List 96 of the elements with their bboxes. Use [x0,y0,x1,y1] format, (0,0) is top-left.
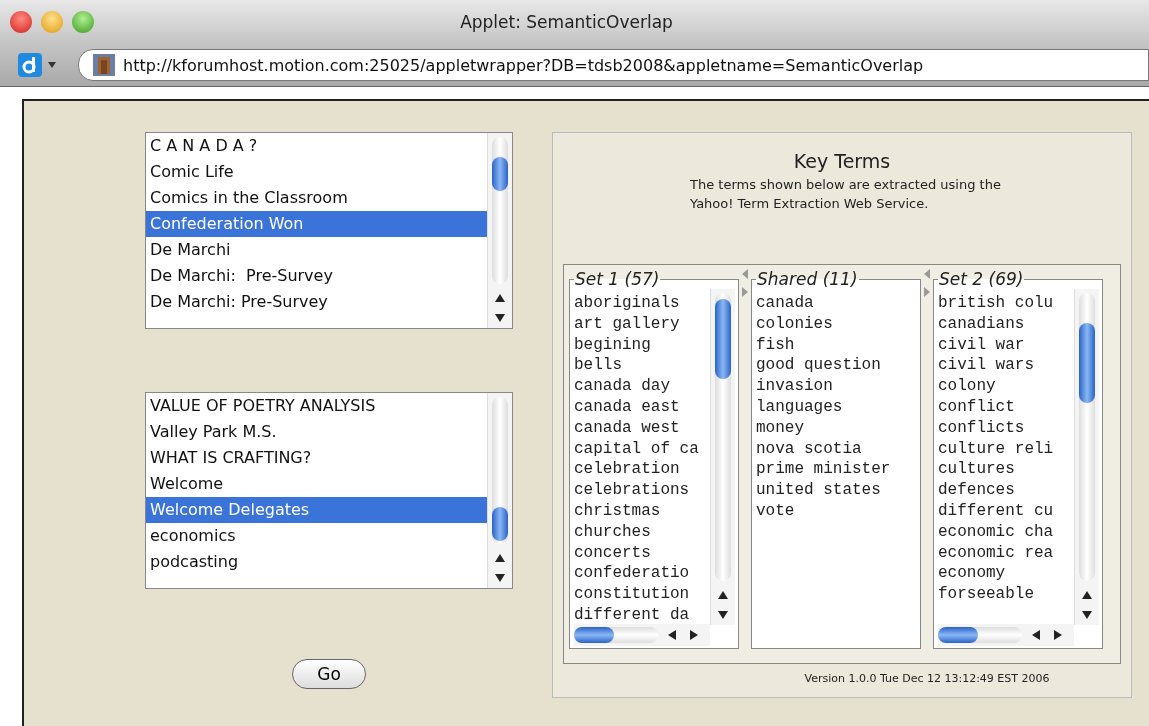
arrow-down-icon[interactable] [495,314,505,322]
term-item[interactable]: colonies [756,313,917,335]
term-item[interactable]: canada west [574,417,710,439]
term-item[interactable]: economic cha [938,521,1074,543]
vertical-scrollbar[interactable] [487,393,512,588]
horizontal-scrollbar[interactable] [574,624,710,646]
list-item[interactable]: Confederation Won [146,211,487,237]
term-item[interactable]: concerts [574,542,710,564]
list-item[interactable]: Welcome Delegates [146,497,487,523]
arrow-up-icon[interactable] [1082,591,1092,599]
term-item[interactable]: aboriginals [574,293,710,314]
splitter-handle-icon[interactable] [741,269,749,299]
term-item[interactable]: different cu [938,500,1074,522]
list-item[interactable]: De Marchi: Pre-Survey [146,263,487,289]
list-item[interactable]: C A N A D A ? [146,133,487,159]
arrow-up-icon[interactable] [495,294,505,302]
term-item[interactable]: art gallery [574,313,710,335]
panel-title: Key Terms [793,150,891,172]
list-item[interactable]: WHAT IS CRAFTING? [146,445,487,471]
site-icon [93,54,115,76]
term-item[interactable]: celebrations [574,480,710,501]
term-item[interactable]: culture reli [938,438,1074,460]
arrow-down-icon[interactable] [1082,611,1092,619]
scroll-thumb[interactable] [492,507,508,541]
arrow-left-icon[interactable] [668,630,676,640]
description-text: The terms shown below are extracted using the Yahoo! Term Extraction Web Service. [690,176,1002,213]
term-item[interactable]: economic rea [938,542,1074,564]
term-item[interactable]: good question [756,355,917,377]
term-item[interactable]: economy [938,563,1074,585]
arrow-down-icon[interactable] [718,611,728,619]
version-text: Version 1.0.0 Tue Dec 12 13:12:49 EST 2006 [803,672,1050,685]
term-item[interactable]: conflict [938,397,1074,418]
app-logo-icon[interactable] [18,53,42,77]
scroll-thumb[interactable] [492,157,508,191]
list-item[interactable]: De Marchi: Pre-Survey [146,289,487,315]
splitter-handle-icon[interactable] [923,269,931,299]
arrow-left-icon[interactable] [1032,630,1040,640]
window-title: Applet: SemanticOverlap [459,12,674,32]
go-button[interactable]: Go [292,659,366,689]
arrow-right-icon[interactable] [1054,630,1062,640]
term-item[interactable]: constitution [574,584,710,605]
term-item[interactable]: civil wars [938,355,1074,377]
term-item[interactable]: fish [756,334,917,356]
term-item[interactable]: defences [938,480,1074,501]
arrow-up-icon[interactable] [718,591,728,599]
term-item[interactable]: prime minister [756,459,917,481]
list-item[interactable]: Comic Life [146,159,487,185]
term-item[interactable]: forseeable [938,584,1074,605]
term-item[interactable]: christmas [574,500,710,522]
arrow-down-icon[interactable] [495,574,505,582]
term-item[interactable]: canada east [574,397,710,418]
close-button[interactable] [10,11,32,33]
term-item[interactable]: begining [574,334,710,356]
list-item[interactable]: Valley Park M.S. [146,419,487,445]
scroll-thumb[interactable] [715,299,731,379]
term-item[interactable]: cultures [938,459,1074,481]
term-item[interactable]: celebration [574,459,710,481]
horizontal-scrollbar[interactable] [938,624,1074,646]
list-item[interactable]: Welcome [146,471,487,497]
term-item[interactable]: money [756,417,917,439]
column-title: Set 2 (69) [938,269,1025,289]
arrow-up-icon[interactable] [495,554,505,562]
column-title: Shared (11) [756,269,859,289]
scroll-thumb[interactable] [1079,323,1095,403]
list-item[interactable]: economics [146,523,487,549]
term-item[interactable]: languages [756,397,917,418]
list-item[interactable]: podcasting [146,549,487,575]
list-item[interactable]: Comics in the Classroom [146,185,487,211]
term-item[interactable]: bells [574,355,710,377]
term-item[interactable]: canada day [574,376,710,397]
term-item[interactable]: colony [938,376,1074,397]
term-item[interactable]: united states [756,480,917,501]
list-item[interactable]: De Marchi [146,237,487,263]
vertical-scrollbar[interactable] [487,133,512,328]
list-item[interactable]: VALUE OF POETRY ANALYSIS [146,393,487,419]
term-item[interactable]: conflicts [938,417,1074,439]
term-item[interactable]: different da [574,604,710,626]
vertical-scrollbar[interactable] [710,289,735,625]
arrow-right-icon[interactable] [690,630,698,640]
term-item[interactable]: confederatio [574,563,710,585]
address-field[interactable]: http://kforumhost.motion.com:25025/appletwrapper?DB=tdsb2008&appletname=SemanticOverlap [78,49,1149,81]
term-item[interactable]: canada [756,293,917,314]
term-item[interactable]: invasion [756,376,917,397]
term-item[interactable]: british colu [938,293,1074,314]
column-title: Set 1 (57) [574,269,661,289]
url-text: http://kforumhost.motion.com:25025/appletwrapper?DB=tdsb2008&appletname=SemanticOverlap [123,55,924,75]
term-item[interactable]: vote [756,500,917,522]
scroll-thumb[interactable] [938,627,978,643]
term-item[interactable]: civil war [938,334,1074,356]
term-item[interactable]: churches [574,521,710,543]
scroll-thumb[interactable] [574,627,614,643]
term-item[interactable]: capital of ca [574,438,710,460]
caret-icon[interactable] [48,62,56,68]
term-item[interactable]: canadians [938,313,1074,335]
vertical-scrollbar[interactable] [1074,289,1099,625]
term-item[interactable]: nova scotia [756,438,917,460]
